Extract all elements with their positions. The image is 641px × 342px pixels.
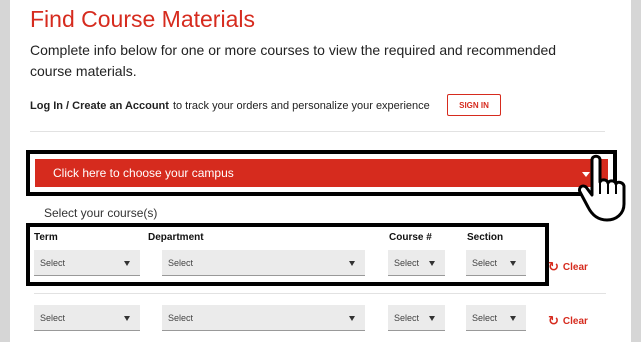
section-select[interactable]: Select [466,305,526,331]
section-select[interactable]: Select [466,250,526,276]
course-materials-panel: Find Course Materials Complete info belo… [10,0,631,342]
department-select[interactable]: Select [162,250,365,276]
course-number-select[interactable]: Select [388,305,445,331]
caret-down-icon [349,261,355,266]
clear-row-button[interactable]: ↻ Clear [548,313,588,329]
department-select[interactable]: Select [162,305,365,331]
divider [34,293,606,294]
refresh-icon: ↻ [548,313,559,328]
course-number-column-header: Course # [389,232,432,243]
page-title: Find Course Materials [30,6,255,32]
term-column-header: Term [34,232,58,243]
course-number-select-value: Select [394,312,420,323]
intro-text: Complete info below for one or more cour… [30,42,557,79]
clear-row-button[interactable]: ↻ Clear [548,259,588,275]
campus-highlight-frame: Click here to choose your campus [26,150,617,196]
clear-label: Clear [562,261,588,273]
caret-down-icon [124,316,130,321]
term-select-value: Select [40,312,66,323]
hand-pointer-icon [578,154,626,222]
department-column-header: Department [148,232,204,243]
term-select-value: Select [40,257,66,268]
course-number-select[interactable]: Select [388,250,445,276]
caret-down-icon [510,261,516,266]
divider [30,131,605,132]
caret-down-icon [124,261,130,266]
department-select-value: Select [168,257,194,268]
clear-label: Clear [562,315,588,327]
term-select[interactable]: Select [34,250,140,276]
caret-down-icon [510,316,516,321]
section-select-value: Select [472,312,498,323]
section-column-header: Section [467,232,504,243]
caret-down-icon [429,261,435,266]
refresh-icon: ↻ [548,259,559,274]
choose-campus-label: Click here to choose your campus [53,166,234,180]
login-create-account-link[interactable]: Log In / Create an Account [30,100,169,112]
select-courses-label: Select your course(s) [44,206,158,220]
choose-campus-dropdown[interactable]: Click here to choose your campus [35,159,608,187]
sign-in-button[interactable]: SIGN IN [447,94,501,116]
account-row: Log In / Create an Account to track your… [30,97,430,115]
account-description: to track your orders and personalize you… [172,100,430,112]
term-select[interactable]: Select [34,305,140,331]
section-select-value: Select [472,257,498,268]
caret-down-icon [429,316,435,321]
caret-down-icon [349,316,355,321]
course-number-select-value: Select [394,257,420,268]
department-select-value: Select [168,312,194,323]
